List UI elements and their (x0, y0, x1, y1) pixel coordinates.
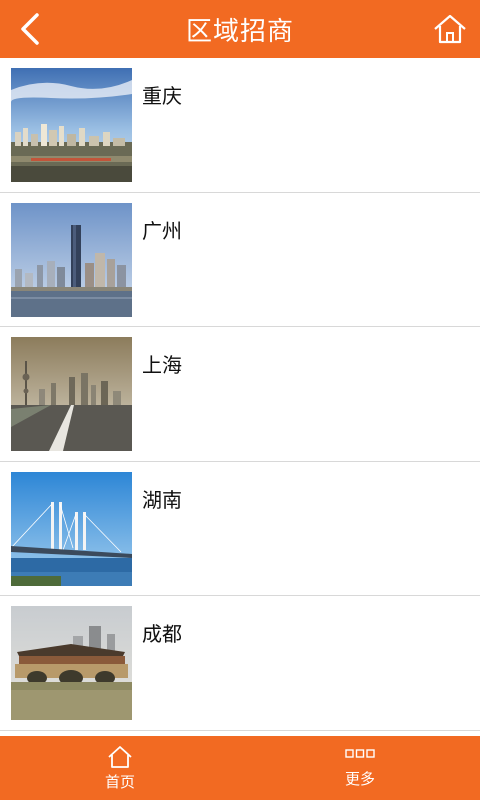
chevron-left-icon (21, 13, 39, 45)
home-icon (434, 14, 466, 44)
more-dots-icon (345, 748, 375, 758)
region-name: 成都 (142, 622, 182, 646)
guangzhou-thumbnail (11, 202, 132, 317)
hunan-thumbnail (11, 471, 132, 586)
list-item[interactable]: 上海 (0, 327, 480, 462)
list-item[interactable]: 成都 (0, 596, 480, 731)
list-item[interactable]: 广州 (0, 193, 480, 327)
tab-home[interactable]: 首页 (0, 736, 240, 800)
tab-more[interactable]: 更多 (240, 736, 480, 800)
tab-home-label: 首页 (104, 772, 135, 791)
list-item[interactable]: 重庆 (0, 58, 480, 193)
app-header: 区域招商 (0, 0, 480, 58)
back-button[interactable] (10, 9, 50, 49)
region-name: 湖南 (142, 487, 182, 512)
region-name: 重庆 (142, 84, 182, 108)
shanghai-thumbnail (11, 337, 132, 451)
tab-more-label: 更多 (344, 769, 375, 788)
page-title: 区域招商 (185, 16, 294, 47)
list-item[interactable]: 湖南 (0, 462, 480, 596)
bottom-tab-bar: 首页 更多 (0, 736, 480, 800)
home-button[interactable] (430, 9, 470, 49)
region-name: 上海 (142, 353, 182, 377)
region-list: 重庆 广州 上海 湖南 成都 (0, 58, 480, 732)
region-name: 广州 (142, 218, 182, 243)
home-icon (108, 745, 132, 768)
chengdu-thumbnail (11, 606, 132, 720)
chongqing-thumbnail (11, 68, 132, 182)
